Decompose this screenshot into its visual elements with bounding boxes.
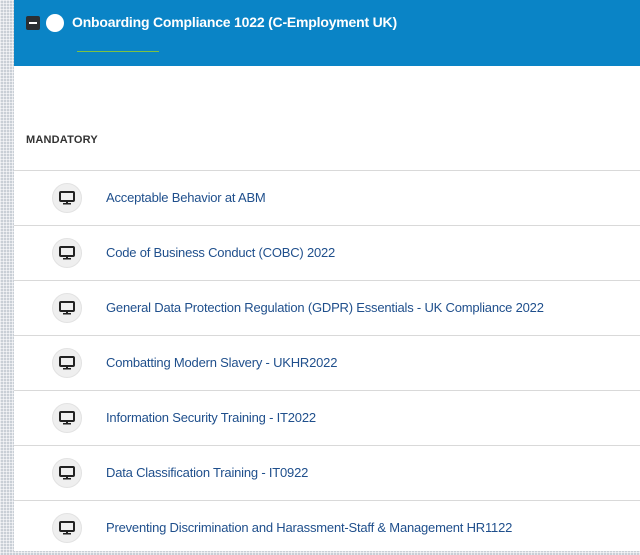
monitor-icon: [52, 183, 82, 213]
section-label: MANDATORY: [26, 134, 98, 146]
monitor-icon: [52, 458, 82, 488]
minus-square-icon[interactable]: [26, 16, 40, 30]
course-row[interactable]: Acceptable Behavior at ABM: [14, 170, 640, 225]
monitor-icon: [52, 403, 82, 433]
course-link[interactable]: Preventing Discrimination and Harassment…: [106, 520, 512, 535]
course-row[interactable]: General Data Protection Regulation (GDPR…: [14, 280, 640, 335]
course-link[interactable]: General Data Protection Regulation (GDPR…: [106, 300, 544, 315]
course-link[interactable]: Code of Business Conduct (COBC) 2022: [106, 245, 335, 260]
monitor-icon: [52, 238, 82, 268]
course-row[interactable]: Data Classification Training - IT0922: [14, 445, 640, 500]
curriculum-title: Onboarding Compliance 1022 (C-Employment…: [72, 14, 397, 30]
course-link[interactable]: Acceptable Behavior at ABM: [106, 190, 266, 205]
course-row[interactable]: Code of Business Conduct (COBC) 2022: [14, 225, 640, 280]
status-circle-icon: [46, 14, 64, 32]
course-link[interactable]: Information Security Training - IT2022: [106, 410, 316, 425]
course-row[interactable]: Preventing Discrimination and Harassment…: [14, 500, 640, 555]
curriculum-header: Onboarding Compliance 1022 (C-Employment…: [14, 0, 640, 66]
course-panel: Onboarding Compliance 1022 (C-Employment…: [14, 0, 640, 551]
monitor-icon: [52, 348, 82, 378]
monitor-icon: [52, 513, 82, 543]
course-list: Acceptable Behavior at ABM Code of Busin…: [14, 170, 640, 555]
course-link[interactable]: Combatting Modern Slavery - UKHR2022: [106, 355, 337, 370]
monitor-icon: [52, 293, 82, 323]
progress-line: [77, 51, 159, 52]
course-link[interactable]: Data Classification Training - IT0922: [106, 465, 308, 480]
course-row[interactable]: Combatting Modern Slavery - UKHR2022: [14, 335, 640, 390]
course-row[interactable]: Information Security Training - IT2022: [14, 390, 640, 445]
